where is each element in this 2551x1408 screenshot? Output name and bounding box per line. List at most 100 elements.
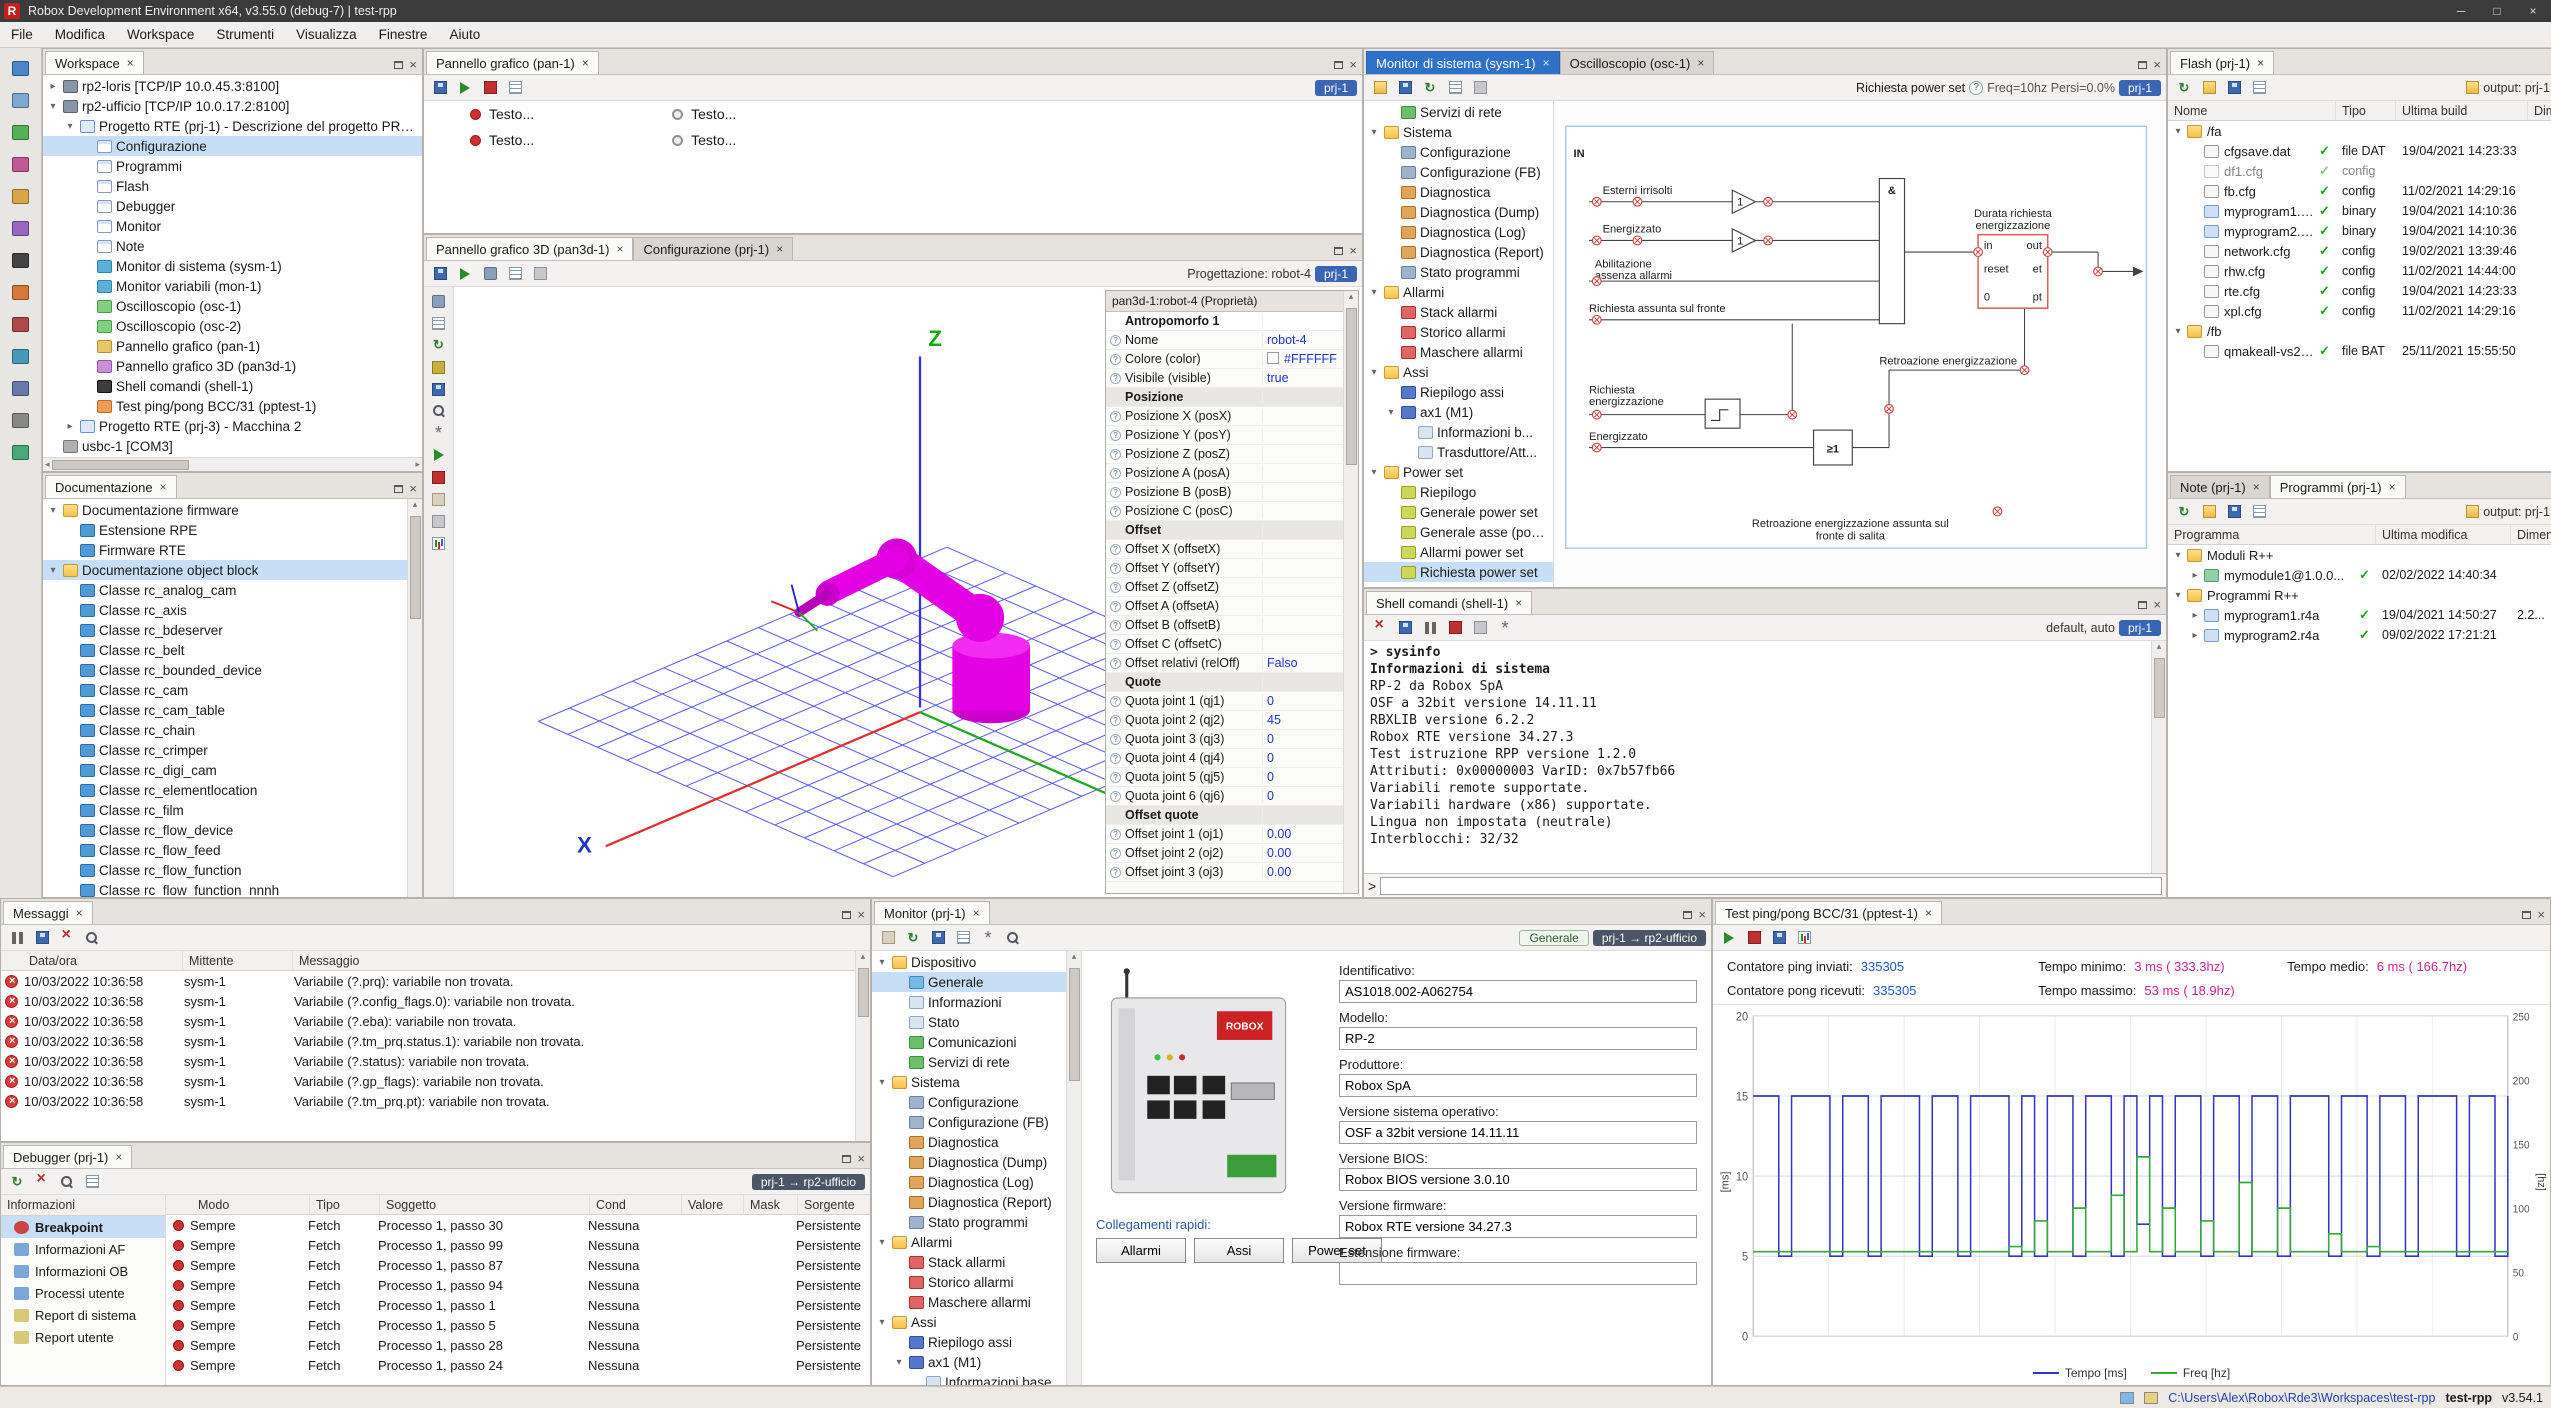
column-header[interactable]: Cond: [590, 1195, 682, 1214]
expander-icon[interactable]: ▾: [1368, 127, 1380, 138]
vertical-scrollbar[interactable]: ▴: [407, 499, 422, 897]
tree-item[interactable]: Riepilogo: [1364, 482, 1553, 502]
tab-pan1[interactable]: Pannello grafico (pan-1) ×: [426, 51, 599, 74]
toolbar-button[interactable]: [504, 78, 526, 98]
tab-close-icon[interactable]: ×: [127, 56, 134, 70]
toolbar-button[interactable]: [902, 928, 924, 948]
toolbar-button[interactable]: [1002, 928, 1024, 948]
property-row[interactable]: Offset C (offsetC): [1106, 635, 1344, 654]
property-row[interactable]: Posizione Z (posZ): [1106, 445, 1344, 464]
tree-item[interactable]: Diagnostica (Report): [872, 1192, 1066, 1212]
column-header[interactable]: Ultima modifica: [2376, 525, 2511, 544]
toolbar-button[interactable]: [1369, 618, 1391, 638]
maximize-button[interactable]: □: [2483, 4, 2511, 18]
tree-item[interactable]: Configurazione (FB): [1364, 162, 1553, 182]
tree-item[interactable]: Comunicazioni: [872, 1032, 1066, 1052]
column-header[interactable]: Modo: [192, 1195, 310, 1214]
tab-close-icon[interactable]: ×: [1697, 56, 1704, 70]
tree-item[interactable]: Diagnostica (Log): [1364, 222, 1553, 242]
toolbar-button[interactable]: [479, 264, 501, 284]
tree-item[interactable]: Stato programmi: [872, 1212, 1066, 1232]
workspace-path[interactable]: C:\Users\Alex\Robox\Rde3\Workspaces\test…: [2168, 1391, 2435, 1405]
expander-icon[interactable]: ▾: [1368, 287, 1380, 298]
tab-close-icon[interactable]: ×: [2389, 480, 2396, 494]
tree-item[interactable]: Diagnostica (Dump): [1364, 202, 1553, 222]
flash-row[interactable]: rte.cfg ✓ config 19/04/2021 14:23:33: [2168, 281, 2551, 301]
tree-item[interactable]: Servizi di rete: [1364, 102, 1553, 122]
tree-item[interactable]: Stato programmi: [1364, 262, 1553, 282]
property-value[interactable]: 45: [1267, 713, 1340, 727]
tab-close-icon[interactable]: ×: [973, 906, 980, 920]
tree-item[interactable]: Firmware RTE: [43, 540, 407, 560]
toolbar-button[interactable]: [1494, 618, 1516, 638]
tab-close-icon[interactable]: ×: [2253, 480, 2260, 494]
toolbar-button[interactable]: [2223, 502, 2245, 522]
view3d-tool-button[interactable]: [428, 357, 450, 377]
column-header[interactable]: Dimensione: [2528, 101, 2551, 120]
tool-button[interactable]: [6, 54, 36, 82]
view3d-tool-button[interactable]: [428, 511, 450, 531]
float-panel-icon[interactable]: [2138, 601, 2147, 609]
property-row[interactable]: Offset A (offsetA): [1106, 597, 1344, 616]
close-panel-icon[interactable]: ×: [409, 484, 417, 494]
property-value[interactable]: 0: [1267, 732, 1340, 746]
tree-item[interactable]: Oscilloscopio (osc-1): [43, 296, 422, 316]
scroll-right-icon[interactable]: ▸: [415, 459, 420, 470]
expander-icon[interactable]: ▾: [2172, 326, 2184, 337]
tab-close-icon[interactable]: ×: [582, 56, 589, 70]
tree-item[interactable]: Riepilogo assi: [872, 1332, 1066, 1352]
tree-item[interactable]: Shell comandi (shell-1): [43, 376, 422, 396]
message-row[interactable]: 10/03/2022 10:36:58 sysm-1 Variabile (?.…: [1, 1031, 870, 1051]
property-row[interactable]: Offset relativi (relOff) Falso: [1106, 654, 1344, 673]
tree-item[interactable]: ▾ Power set: [1364, 462, 1553, 482]
property-value[interactable]: 0: [1267, 770, 1340, 784]
toolbar-button[interactable]: [877, 928, 899, 948]
property-row[interactable]: Quota joint 1 (qj1) 0: [1106, 692, 1344, 711]
property-row[interactable]: Offset Z (offsetZ): [1106, 578, 1344, 597]
property-value[interactable]: 0.00: [1267, 865, 1340, 879]
tab-programmi[interactable]: Programmi (prj-1) ×: [2270, 475, 2406, 498]
message-row[interactable]: 10/03/2022 10:36:58 sysm-1 Variabile (?.…: [1, 1011, 870, 1031]
tree-item[interactable]: Riepilogo assi: [1364, 382, 1553, 402]
tree-item[interactable]: Stato: [872, 1012, 1066, 1032]
tab-close-icon[interactable]: ×: [776, 242, 783, 256]
flash-row[interactable]: df1.cfg ✓ config: [2168, 161, 2551, 181]
flash-row[interactable]: ▾ /fb: [2168, 321, 2551, 341]
tool-button[interactable]: [6, 438, 36, 466]
float-panel-icon[interactable]: [2138, 61, 2147, 69]
tab-documentazione[interactable]: Documentazione ×: [45, 475, 177, 498]
tree-item[interactable]: Classe rc_cam_table: [43, 700, 407, 720]
vertical-scrollbar[interactable]: ▴: [1066, 951, 1081, 1385]
breakpoint-row[interactable]: Sempre Fetch Processo 1, passo 99 Nessun…: [166, 1235, 870, 1255]
column-header[interactable]: Data/ora: [23, 951, 183, 970]
breakpoint-row[interactable]: Sempre Fetch Processo 1, passo 87 Nessun…: [166, 1255, 870, 1275]
tree-item[interactable]: Programmi: [43, 156, 422, 176]
toolbar-button[interactable]: [56, 928, 78, 948]
view3d-tool-button[interactable]: [428, 489, 450, 509]
property-value[interactable]: 0.00: [1267, 846, 1340, 860]
close-button[interactable]: ×: [2519, 4, 2547, 18]
close-panel-icon[interactable]: ×: [1349, 60, 1357, 70]
toolbar-button[interactable]: [81, 928, 103, 948]
toolbar-button[interactable]: [454, 78, 476, 98]
tree-item[interactable]: Storico allarmi: [1364, 322, 1553, 342]
toolbar-button[interactable]: [1419, 618, 1441, 638]
column-header[interactable]: Soggetto: [380, 1195, 590, 1214]
breakpoint-icon[interactable]: [173, 1220, 184, 1231]
vertical-scrollbar[interactable]: ▴: [2151, 641, 2166, 873]
tree-item[interactable]: ▸ Progetto RTE (prj-3) - Macchina 2: [43, 416, 422, 436]
tree-item[interactable]: Informazioni base: [872, 1372, 1066, 1385]
expander-icon[interactable]: ▾: [876, 1077, 888, 1088]
toolbar-button[interactable]: [1793, 928, 1815, 948]
tree-item[interactable]: ▾ ax1 (M1): [1364, 402, 1553, 422]
toolbar-button[interactable]: [1718, 928, 1740, 948]
expander-icon[interactable]: ▸: [64, 421, 76, 432]
tree-item[interactable]: Stack allarmi: [1364, 302, 1553, 322]
tool-button[interactable]: [6, 150, 36, 178]
tree-item[interactable]: Storico allarmi: [872, 1272, 1066, 1292]
produttore-field[interactable]: [1339, 1074, 1697, 1097]
float-panel-icon[interactable]: [842, 911, 851, 919]
toolbar-button[interactable]: [479, 78, 501, 98]
toolbar-button[interactable]: [2198, 78, 2220, 98]
scroll-thumb[interactable]: [52, 460, 190, 470]
